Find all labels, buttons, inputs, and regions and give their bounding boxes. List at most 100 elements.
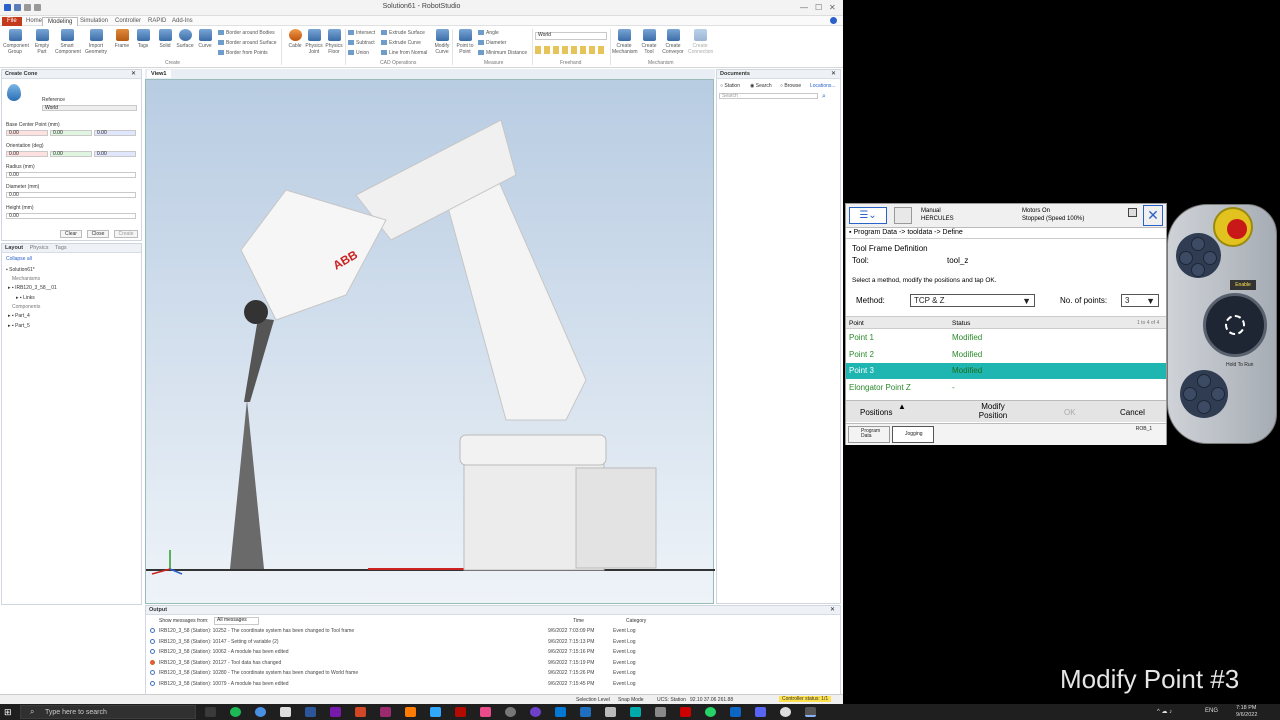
task-jogging[interactable]: Jogging — [892, 426, 934, 443]
tab-file[interactable]: File — [2, 17, 22, 26]
curve-button[interactable]: Curve — [193, 29, 217, 49]
border-around-bodies-button[interactable]: Border around Bodies — [218, 30, 275, 36]
collapse-all-link[interactable]: Collapse all — [6, 256, 32, 262]
empty-part-button[interactable]: Empty Part — [30, 29, 54, 55]
taskbar-search-input[interactable]: Type here to search — [20, 705, 196, 719]
tab-tags[interactable]: Tags — [55, 245, 67, 251]
rob1-indicator[interactable]: ROB_1 — [1126, 426, 1162, 443]
minimum-distance-button[interactable]: Minimum Distance — [478, 50, 527, 56]
onenote-icon[interactable] — [330, 707, 341, 717]
app-icon-8[interactable] — [755, 707, 766, 717]
create-conveyor-button[interactable]: Create Conveyor — [661, 29, 685, 55]
base-center-y-field[interactable]: 0.00 — [50, 130, 92, 136]
reference-select[interactable]: World — [42, 105, 137, 111]
orientation-y-field[interactable]: 0.00 — [50, 151, 92, 157]
height-field[interactable]: 0.00 — [6, 213, 136, 219]
modify-position-button[interactable]: Modify Position — [968, 402, 1018, 420]
smart-component-button[interactable]: Smart Component — [55, 29, 81, 55]
notion-icon[interactable] — [280, 707, 291, 717]
close-icon[interactable]: ✕ — [829, 3, 836, 12]
robotstudio-taskbar-icon[interactable] — [805, 707, 816, 717]
app-icon-6[interactable] — [680, 707, 691, 717]
create-button[interactable]: Create — [114, 230, 138, 238]
ok-button[interactable]: OK — [1064, 408, 1076, 417]
physics-floor-button[interactable]: Physics Floor — [322, 29, 346, 55]
message-filter-select[interactable]: All messages — [214, 617, 259, 625]
flexpendant-close-icon[interactable]: ✕ — [1143, 205, 1163, 226]
diameter-button[interactable]: Diameter — [478, 40, 506, 46]
point-row[interactable]: Point 2 Modified — [846, 347, 1166, 363]
chrome-icon[interactable] — [255, 707, 266, 717]
extrude-surface-button[interactable]: Extrude Surface — [381, 30, 425, 36]
tags-button[interactable]: Tags — [131, 29, 155, 49]
app-icon-2[interactable] — [580, 707, 591, 717]
output-row[interactable]: IRB120_3_58 (Station): 10252 - The coord… — [150, 626, 840, 636]
app-icon-4[interactable] — [630, 707, 641, 717]
indesign-icon[interactable] — [480, 707, 491, 717]
quickset-icon[interactable] — [1128, 208, 1137, 217]
github-icon[interactable] — [530, 707, 541, 717]
illustrator-icon[interactable] — [405, 707, 416, 717]
output-close-icon[interactable]: ✕ — [830, 606, 835, 613]
tree-part-4[interactable]: ▸ ▪ Part_4 — [8, 313, 30, 319]
hardware-key-1[interactable] — [1191, 237, 1205, 251]
vscode-icon[interactable] — [555, 707, 566, 717]
run-key[interactable] — [1211, 387, 1225, 401]
firefox-icon[interactable] — [355, 707, 366, 717]
emergency-stop-button[interactable] — [1227, 219, 1247, 239]
app-icon-1[interactable] — [505, 707, 516, 717]
hardware-key-2[interactable] — [1179, 251, 1193, 265]
app-icon-5[interactable] — [655, 707, 666, 717]
create-tool-button[interactable]: Create Tool — [637, 29, 661, 55]
task-program-data[interactable]: Program Data — [848, 426, 890, 443]
component-group-button[interactable]: Component Group — [3, 29, 29, 55]
whatsapp-icon[interactable] — [705, 707, 716, 717]
controller-status[interactable]: Controller status: 1/1 — [779, 696, 832, 702]
freehand-tools-row[interactable] — [535, 46, 607, 54]
extrude-curve-button[interactable]: Extrude Curve — [381, 40, 421, 46]
intersect-button[interactable]: Intersect — [348, 30, 375, 36]
output-row[interactable]: IRB120_3_58 (Station): 20127 - Tool data… — [150, 658, 840, 668]
windows-start-icon[interactable]: ⊞ — [4, 707, 14, 717]
point-row[interactable]: Point 3 Modified — [846, 363, 1166, 379]
app-icon-3[interactable] — [605, 707, 616, 717]
border-around-surface-button[interactable]: Border around Surface — [218, 40, 277, 46]
ucs-station[interactable]: UCS: Station — [657, 697, 686, 703]
stop-key[interactable] — [1197, 400, 1211, 414]
tab-physics[interactable]: Physics — [30, 245, 49, 251]
method-select[interactable]: TCP & Z ▼ — [910, 294, 1035, 307]
app-icon-9[interactable] — [780, 707, 791, 717]
border-from-points-button[interactable]: Border from Points — [218, 50, 268, 56]
tree-links[interactable]: ▸ ▪ Links — [16, 295, 35, 301]
hardware-key-4[interactable] — [1191, 263, 1205, 277]
orientation-z-field[interactable]: 0.00 — [94, 151, 136, 157]
tab-add-ins[interactable]: Add-Ins — [167, 17, 198, 26]
opt-search[interactable]: ◉ Search — [750, 83, 772, 89]
minimize-icon[interactable]: — — [800, 3, 808, 12]
hardware-key-3[interactable] — [1203, 251, 1217, 265]
event-log-icon[interactable] — [894, 207, 912, 224]
tab-layout[interactable]: Layout — [5, 245, 23, 251]
abb-menu-button[interactable]: ☰⌄ — [849, 207, 887, 224]
import-geometry-button[interactable]: Import Geometry — [84, 29, 108, 55]
cancel-button[interactable]: Cancel — [1120, 408, 1145, 417]
tree-station[interactable]: ▪ Solution61* — [6, 267, 35, 273]
tab-view1[interactable]: View1 — [147, 70, 171, 78]
clock-time[interactable]: 7:18 PM — [1236, 705, 1256, 711]
clock-date[interactable]: 9/6/2022 — [1236, 712, 1257, 718]
documents-close-icon[interactable]: ✕ — [831, 70, 836, 77]
app-icon-7[interactable] — [730, 707, 741, 717]
selection-level[interactable]: Selection Level — [576, 697, 610, 703]
tree-robot[interactable]: ▸ ▪ IRB120_3_58__01 — [8, 285, 57, 291]
panel-close-icon[interactable]: ✕ — [131, 70, 136, 77]
locations-link[interactable]: Locations... — [810, 83, 836, 89]
search-icon[interactable]: ⌕ — [822, 93, 826, 101]
tab-simulation[interactable]: Simulation — [75, 17, 113, 26]
tab-controller[interactable]: Controller — [110, 17, 146, 26]
line-from-normal-button[interactable]: Line from Normal — [381, 50, 427, 56]
point-row[interactable]: Point 1 Modified — [846, 330, 1166, 346]
3d-viewport[interactable]: ABB — [145, 79, 715, 604]
snap-mode[interactable]: Snap Mode — [618, 697, 644, 703]
base-center-z-field[interactable]: 0.00 — [94, 130, 136, 136]
tree-part-5[interactable]: ▸ ▪ Part_5 — [8, 323, 30, 329]
